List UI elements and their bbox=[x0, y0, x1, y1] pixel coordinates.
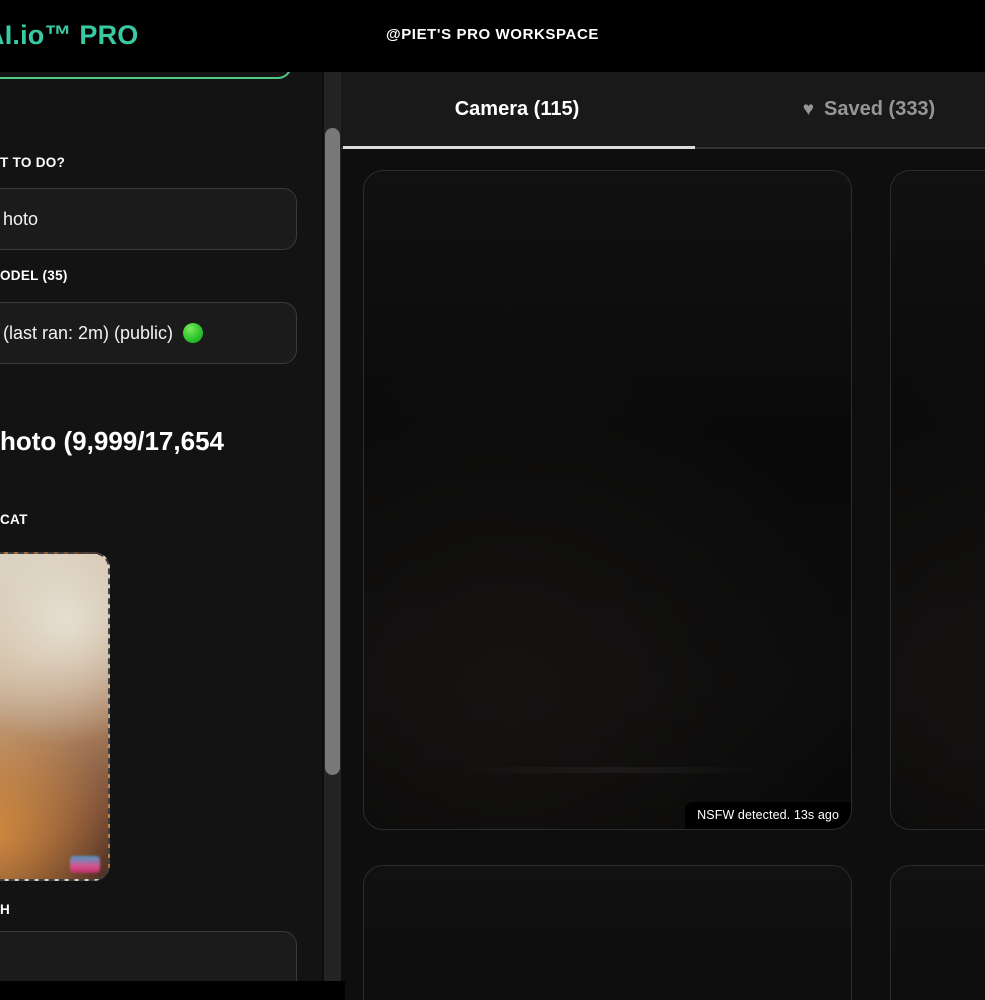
what-to-do-label: T TO DO? bbox=[0, 155, 66, 170]
active-tab-underline bbox=[343, 146, 695, 149]
workspace-title: @PIET'S PRO WORKSPACE bbox=[385, 26, 600, 43]
app-window: T TO DO? hoto ODEL (35) (last ran: 2m) (… bbox=[0, 0, 985, 1000]
tab-bar: Camera (115) ♥ Saved (333) bbox=[341, 72, 985, 149]
tab-saved-label: Saved (333) bbox=[824, 98, 936, 120]
sidebar: T TO DO? hoto ODEL (35) (last ran: 2m) (… bbox=[0, 18, 322, 1000]
model-select[interactable]: (last ran: 2m) (public) bbox=[0, 302, 297, 364]
what-to-do-value: hoto bbox=[3, 208, 39, 229]
model-label: ODEL (35) bbox=[0, 268, 68, 283]
credits-heading: hoto (9,999/17,654 bbox=[0, 426, 224, 456]
card-highlight bbox=[454, 767, 774, 773]
h-label: H bbox=[0, 902, 11, 917]
image-card[interactable] bbox=[890, 865, 985, 1000]
nsfw-badge: NSFW detected. 13s ago bbox=[685, 802, 851, 829]
image-card[interactable] bbox=[890, 170, 985, 830]
model-value: (last ran: 2m) (public) bbox=[3, 322, 174, 343]
tab-saved[interactable]: ♥ Saved (333) bbox=[693, 72, 985, 147]
sidebar-footer bbox=[0, 981, 345, 1000]
header: AI.io™ PRO @PIET'S PRO WORKSPACE bbox=[0, 0, 985, 72]
watermark-icon bbox=[70, 856, 100, 873]
image-card[interactable] bbox=[363, 865, 852, 1000]
heart-icon: ♥ bbox=[802, 99, 815, 120]
tab-camera-label: Camera (115) bbox=[454, 98, 580, 120]
what-to-do-select[interactable]: hoto bbox=[0, 188, 297, 250]
reference-image-thumbnail[interactable] bbox=[0, 552, 110, 881]
image-grid: NSFW detected. 13s ago bbox=[363, 170, 985, 1000]
tab-camera[interactable]: Camera (115) bbox=[341, 72, 693, 147]
sidebar-scrollbar-track[interactable] bbox=[324, 72, 341, 981]
main-content: Camera (115) ♥ Saved (333) NSFW detected… bbox=[341, 72, 985, 1000]
sidebar-scrollbar-thumb[interactable] bbox=[325, 128, 340, 775]
cat-label: CAT bbox=[0, 512, 28, 527]
green-dot-icon bbox=[183, 323, 204, 343]
image-card[interactable]: NSFW detected. 13s ago bbox=[363, 170, 852, 830]
